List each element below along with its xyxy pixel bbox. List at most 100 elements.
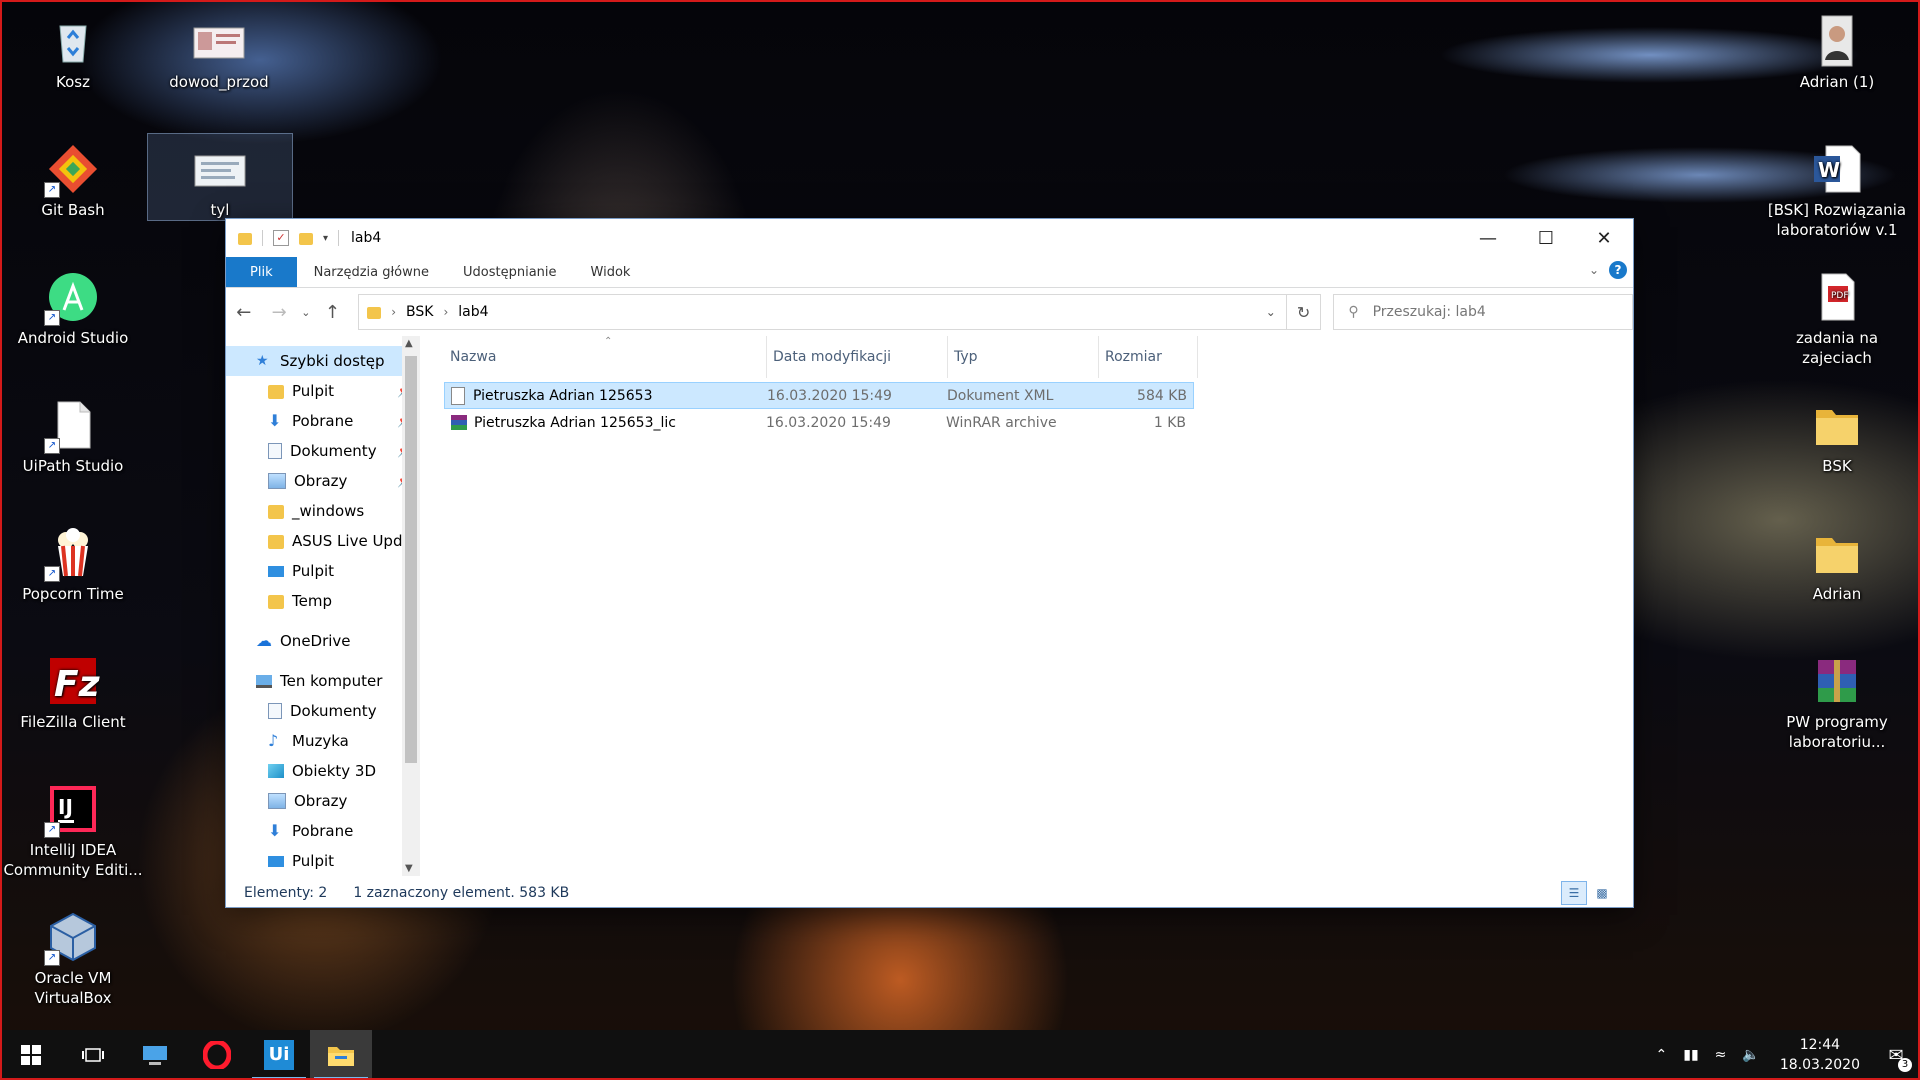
nav-item-pulpit[interactable]: Pulpit 📌 (226, 376, 420, 406)
nav-item-label: Obiekty 3D (292, 762, 377, 780)
nav-item-windows[interactable]: _windows (226, 496, 420, 526)
nav-item-dokumenty[interactable]: Dokumenty 📌 (226, 436, 420, 466)
nav-item-label: Dokumenty (290, 442, 377, 460)
file-row[interactable]: Pietruszka Adrian 125653_lic 16.03.2020 … (444, 409, 1192, 436)
nav-item-pobrane[interactable]: ⬇ Pobrane 📌 (226, 406, 420, 436)
forward-button[interactable]: → (261, 302, 296, 323)
scroll-up-icon[interactable]: ▲ (405, 338, 413, 349)
volume-icon[interactable]: 🔈 (1742, 1047, 1759, 1063)
nav-item-this-pc[interactable]: Ten komputer (226, 666, 420, 696)
chevron-right-icon[interactable]: › (443, 305, 448, 319)
task-view-button[interactable] (62, 1030, 124, 1080)
chevron-right-icon[interactable]: › (391, 305, 396, 319)
desktop-icon-git-bash[interactable]: ↗ Git Bash (0, 134, 146, 254)
desktop-icon (268, 385, 284, 399)
desktop-icon-pw-programy[interactable]: PW programy laboratoriu... (1764, 646, 1910, 766)
desktop-icon-zadania[interactable]: PDF zadania na zajeciach (1764, 262, 1910, 382)
file-date: 16.03.2020 15:49 (766, 414, 891, 431)
download-icon: ⬇ (268, 821, 282, 840)
file-row[interactable]: Pietruszka Adrian 125653 16.03.2020 15:4… (444, 382, 1194, 409)
column-header-size[interactable]: Rozmiar (1099, 336, 1198, 378)
breadcrumb-bsk[interactable]: BSK (406, 304, 433, 320)
help-icon[interactable]: ? (1609, 261, 1627, 279)
taskbar-app-file-explorer[interactable] (310, 1030, 372, 1080)
clock[interactable]: 12:44 18.03.2020 (1780, 1035, 1860, 1075)
nav-item-quick-access[interactable]: ★ Szybki dostęp (226, 346, 420, 376)
winrar-archive-icon (450, 414, 467, 432)
nav-item-obrazy[interactable]: Obrazy 📌 (226, 466, 420, 496)
nav-item-pc-obrazy[interactable]: Obrazy (226, 786, 420, 816)
computer-icon (256, 674, 272, 688)
desktop-icon-kosz[interactable]: Kosz (0, 6, 146, 126)
search-input[interactable]: ⚲ Przeszukaj: lab4 (1333, 294, 1633, 330)
nav-item-pc-pobrane[interactable]: ⬇ Pobrane (226, 816, 420, 846)
nav-item-pc-dokumenty[interactable]: Dokumenty (226, 696, 420, 726)
details-view-icon[interactable]: ☰ (1561, 881, 1587, 905)
nav-scrollbar[interactable]: ▲ ▼ (402, 336, 420, 876)
start-button[interactable] (0, 1030, 62, 1080)
nav-item-pc-obiekty-3d[interactable]: Obiekty 3D (226, 756, 420, 786)
taskbar-app-opera[interactable] (186, 1030, 248, 1080)
desktop-icon-intellij[interactable]: IJ ↗ IntelliJ IDEA Community Editi... (0, 774, 146, 894)
properties-icon[interactable]: ✓ (273, 230, 289, 246)
battery-icon[interactable]: ▮▮ (1683, 1047, 1698, 1063)
clock-date: 18.03.2020 (1779, 1057, 1860, 1073)
refresh-button[interactable]: ↻ (1286, 294, 1322, 330)
address-dropdown-icon[interactable]: ⌄ (1266, 305, 1276, 319)
nav-item-onedrive[interactable]: ☁ OneDrive (226, 626, 420, 656)
id-card-image-icon (193, 142, 247, 196)
large-icons-view-icon[interactable]: ▩ (1589, 881, 1615, 905)
desktop-icon-tyl[interactable]: tyl (147, 133, 293, 221)
desktop-icon-bsk-folder[interactable]: BSK (1764, 390, 1910, 510)
desktop-icon-bsk-docx[interactable]: W [BSK] Rozwiązania laboratoriów v.1 (1764, 134, 1910, 254)
status-bar: Elementy: 2 1 zaznaczony element. 583 KB (244, 885, 569, 901)
tab-plik[interactable]: Plik (226, 257, 297, 287)
svg-text:W: W (1818, 158, 1840, 182)
ribbon-tabs: Plik Narzędzia główne Udostępnianie Wido… (226, 257, 1633, 288)
desktop-icon-adrian-folder[interactable]: Adrian (1764, 518, 1910, 638)
nav-item-asus-live-update[interactable]: ASUS Live Updat (226, 526, 420, 556)
up-button[interactable]: ↑ (315, 302, 350, 323)
desktop-icon-virtualbox[interactable]: ↗ Oracle VM VirtualBox (0, 902, 146, 1022)
nav-item-pc-pulpit[interactable]: Pulpit (226, 846, 420, 876)
desktop-icon-uipath-studio[interactable]: ↗ UiPath Studio (0, 390, 146, 510)
taskbar-app-uipath[interactable]: Ui (248, 1030, 310, 1080)
nav-item-pulpit-2[interactable]: Pulpit (226, 556, 420, 586)
nav-item-label: Temp (292, 592, 332, 610)
column-header-date[interactable]: Data modyfikacji (767, 336, 948, 378)
new-folder-icon[interactable] (299, 233, 313, 245)
tab-narzedzia-glowne[interactable]: Narzędzia główne (297, 257, 446, 287)
recycle-bin-icon (46, 14, 100, 68)
scroll-down-icon[interactable]: ▼ (405, 863, 413, 874)
scrollbar-thumb[interactable] (405, 356, 417, 763)
breadcrumb-lab4[interactable]: lab4 (458, 304, 488, 320)
recent-locations-button[interactable]: ⌄ (297, 306, 315, 319)
tab-udostepnianie[interactable]: Udostępnianie (446, 257, 574, 287)
filezilla-icon: Fz (46, 654, 101, 708)
desktop-icon-android-studio[interactable]: ↗ Android Studio (0, 262, 146, 382)
taskbar: Ui ⌃ ▮▮ ≈ 🔈 12:44 18.03.2020 ✉ 3 (0, 1030, 1920, 1080)
minimize-button[interactable]: — (1459, 219, 1517, 257)
maximize-button[interactable]: ☐ (1517, 219, 1575, 257)
back-button[interactable]: ← (226, 302, 261, 323)
wifi-icon[interactable]: ≈ (1715, 1047, 1727, 1063)
expand-ribbon-icon[interactable]: ⌄ (1589, 263, 1599, 277)
close-button[interactable]: ✕ (1575, 219, 1633, 257)
customize-qat-icon[interactable]: ▾ (323, 233, 328, 244)
desktop-icon-dowod-przod[interactable]: dowod_przod (146, 6, 292, 126)
address-bar[interactable]: › BSK › lab4 ⌄ (358, 294, 1287, 330)
tab-widok[interactable]: Widok (574, 257, 648, 287)
action-center-button[interactable]: ✉ 3 (1872, 1030, 1920, 1080)
desktop-icon-filezilla[interactable]: Fz FileZilla Client (0, 646, 146, 766)
taskbar-app-desktop[interactable] (124, 1030, 186, 1080)
show-hidden-icons-icon[interactable]: ⌃ (1656, 1047, 1668, 1063)
file-list: ⌃ Nazwa Data modyfikacji Typ Rozmiar Pie… (444, 336, 1633, 876)
nav-item-label: Ten komputer (280, 672, 383, 690)
desktop-icon-adrian-photo[interactable]: Adrian (1) (1764, 6, 1910, 126)
desktop-icon-popcorn-time[interactable]: ↗ Popcorn Time (0, 518, 146, 638)
nav-item-temp[interactable]: Temp (226, 586, 420, 616)
file-size: 584 KB (1137, 387, 1187, 404)
document-icon: ↗ (44, 398, 100, 454)
nav-item-pc-muzyka[interactable]: ♪ Muzyka (226, 726, 420, 756)
column-header-type[interactable]: Typ (948, 336, 1099, 378)
